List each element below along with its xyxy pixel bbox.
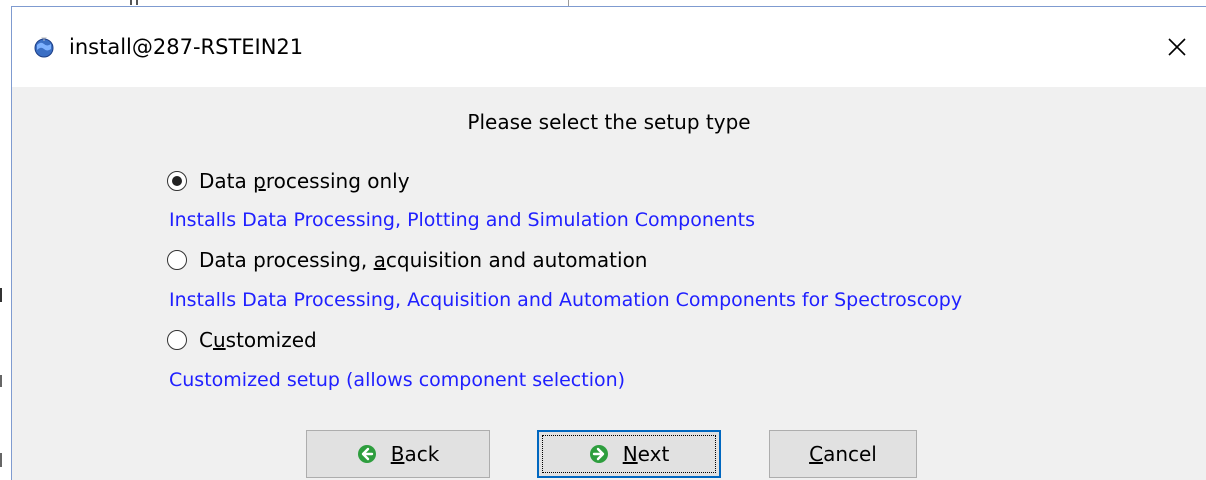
next-label: Next — [622, 442, 670, 466]
option-acquisition-automation[interactable]: Data processing, acquisition and automat… — [167, 248, 648, 272]
close-icon — [1168, 38, 1186, 56]
radio-button[interactable] — [167, 171, 187, 191]
background-mark — [0, 375, 2, 387]
cancel-label: Cancel — [809, 442, 877, 466]
background-mark — [0, 288, 2, 302]
option-description: Installs Data Processing, Acquisition an… — [169, 289, 963, 311]
radio-button[interactable] — [167, 250, 187, 270]
radio-selected-dot — [172, 176, 182, 186]
close-button[interactable] — [1148, 19, 1206, 75]
cancel-button[interactable]: Cancel — [769, 430, 917, 478]
window-title: install@287-RSTEIN21 — [69, 35, 304, 59]
setup-dialog: install@287-RSTEIN21 Please select the s… — [11, 6, 1206, 480]
setup-heading: Please select the setup type — [467, 110, 751, 134]
dialog-content: Please select the setup type Data proces… — [12, 87, 1206, 480]
installer-globe-icon — [34, 37, 54, 58]
title-bar[interactable]: install@287-RSTEIN21 — [12, 7, 1206, 87]
option-label: Customized — [199, 328, 317, 352]
back-button[interactable]: Back — [306, 430, 490, 478]
arrow-left-circle-icon — [357, 445, 376, 463]
background-mark — [136, 0, 138, 5]
radio-button[interactable] — [167, 330, 187, 350]
option-label: Data processing only — [199, 169, 410, 193]
background-mark — [130, 0, 132, 5]
background-mark — [0, 453, 2, 467]
option-data-processing-only[interactable]: Data processing only — [167, 169, 410, 193]
arrow-right-circle-icon — [589, 445, 608, 463]
option-description: Customized setup (allows component selec… — [169, 369, 626, 391]
option-description: Installs Data Processing, Plotting and S… — [169, 209, 755, 231]
back-label: Back — [390, 442, 440, 466]
option-customized[interactable]: Customized — [167, 328, 317, 352]
next-button[interactable]: Next — [537, 430, 721, 478]
option-label: Data processing, acquisition and automat… — [199, 248, 648, 272]
